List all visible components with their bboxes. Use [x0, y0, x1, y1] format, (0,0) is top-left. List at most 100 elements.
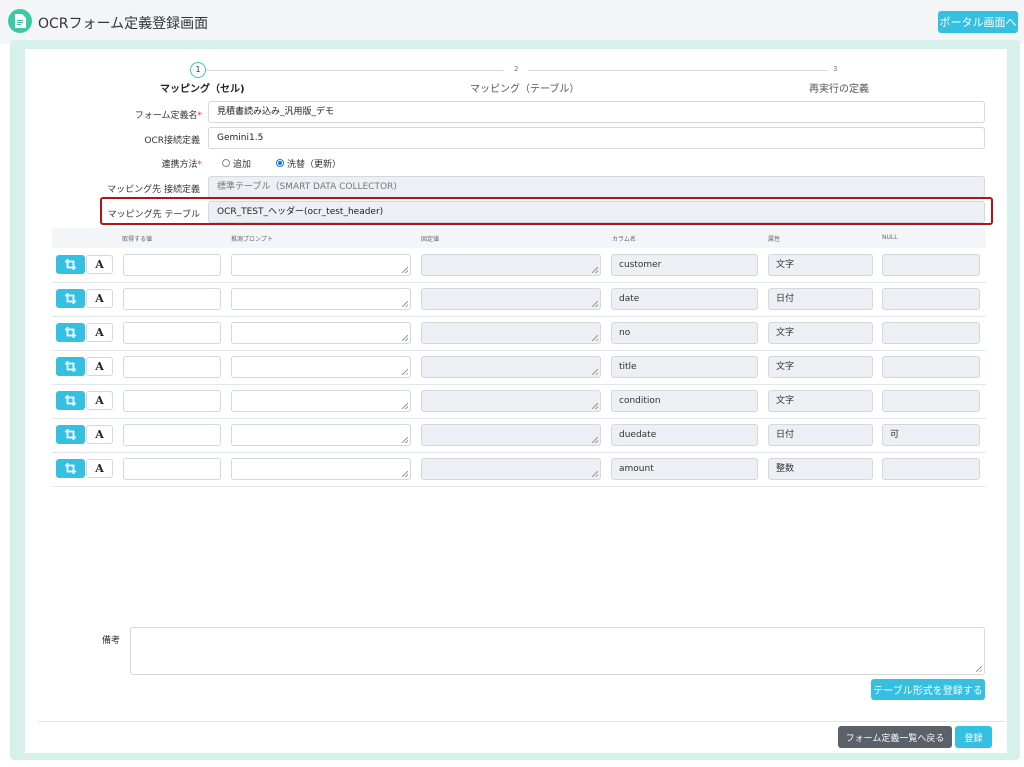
guess-prompt-textarea[interactable]: [231, 390, 411, 412]
row-divider: [52, 384, 986, 385]
type-field: 文字: [768, 356, 873, 378]
step-2-label[interactable]: マッピング（テーブル）: [470, 80, 579, 95]
stepper-line: [528, 70, 828, 71]
step-2-number[interactable]: 2: [514, 65, 518, 73]
step-1-label[interactable]: マッピング（セル): [160, 80, 245, 95]
type-field: 日付: [768, 288, 873, 310]
text-mode-button[interactable]: A: [86, 425, 113, 444]
extract-value-input[interactable]: [123, 322, 221, 344]
extract-value-input[interactable]: [123, 458, 221, 480]
fixed-value-textarea: [421, 458, 601, 480]
column-name-field: no: [611, 322, 758, 344]
stepper-line: [206, 70, 504, 71]
null-field: [882, 356, 980, 378]
text-mode-button[interactable]: A: [86, 357, 113, 376]
step-3-label[interactable]: 再実行の定義: [809, 80, 869, 95]
link-method-label: 連携方法*: [161, 160, 202, 170]
text-mode-button[interactable]: A: [86, 323, 113, 342]
guess-prompt-textarea[interactable]: [231, 322, 411, 344]
radio-replace-circle[interactable]: [276, 159, 284, 167]
header-guess-prompt: 推測プロンプト: [231, 236, 273, 243]
null-field: [882, 322, 980, 344]
guess-prompt-textarea[interactable]: [231, 288, 411, 310]
guess-prompt-textarea[interactable]: [231, 424, 411, 446]
fixed-value-textarea: [421, 288, 601, 310]
column-name-field: date: [611, 288, 758, 310]
register-button[interactable]: 登録: [955, 726, 992, 748]
crop-icon[interactable]: [56, 357, 85, 376]
type-field: 文字: [768, 322, 873, 344]
column-name-field: condition: [611, 390, 758, 412]
row-divider: [52, 418, 986, 419]
step-3-number[interactable]: 3: [833, 65, 837, 73]
crop-icon[interactable]: [56, 255, 85, 274]
row-divider: [52, 452, 986, 453]
crop-icon[interactable]: [56, 391, 85, 410]
null-field: [882, 254, 980, 276]
top-bar: OCRフォーム定義登録画面 ポータル画面へ: [0, 0, 1024, 44]
null-field: [882, 390, 980, 412]
text-mode-button[interactable]: A: [86, 391, 113, 410]
guess-prompt-textarea[interactable]: [231, 254, 411, 276]
crop-icon[interactable]: [56, 289, 85, 308]
row-divider: [52, 486, 986, 487]
header-fixed-value: 固定値: [421, 236, 440, 243]
header-type: 属性: [768, 236, 781, 243]
form-name-input[interactable]: 見積書読み込み_汎用版_デモ: [208, 101, 985, 123]
fixed-value-textarea: [421, 254, 601, 276]
document-icon: [8, 9, 32, 33]
crop-icon[interactable]: [56, 323, 85, 342]
crop-icon[interactable]: [56, 425, 85, 444]
extract-value-input[interactable]: [123, 424, 221, 446]
column-name-field: duedate: [611, 424, 758, 446]
row-divider: [52, 316, 986, 317]
register-table-format-button[interactable]: テーブル形式を登録する: [871, 679, 985, 700]
crop-icon[interactable]: [56, 459, 85, 478]
text-mode-button[interactable]: A: [86, 289, 113, 308]
portal-button[interactable]: ポータル画面へ: [938, 11, 1018, 33]
type-field: 文字: [768, 254, 873, 276]
mapping-connection-input: 標準テーブル（SMART DATA COLLECTOR): [208, 176, 985, 198]
type-field: 文字: [768, 390, 873, 412]
extract-value-input[interactable]: [123, 254, 221, 276]
extract-value-input[interactable]: [123, 390, 221, 412]
text-mode-button[interactable]: A: [86, 459, 113, 478]
text-mode-button[interactable]: A: [86, 255, 113, 274]
table-header: [52, 228, 986, 248]
fixed-value-textarea: [421, 424, 601, 446]
remarks-label: 備考: [102, 636, 121, 646]
null-field: [882, 458, 980, 480]
header-extract-value: 取得する値: [122, 236, 153, 243]
null-field: [882, 288, 980, 310]
guess-prompt-textarea[interactable]: [231, 458, 411, 480]
extract-value-input[interactable]: [123, 288, 221, 310]
header-column-name: カラム名: [612, 236, 636, 243]
remarks-textarea[interactable]: [130, 627, 985, 675]
row-divider: [52, 350, 986, 351]
column-name-field: customer: [611, 254, 758, 276]
fixed-value-textarea: [421, 390, 601, 412]
fixed-value-textarea: [421, 322, 601, 344]
mapping-connection-label: マッピング先 接続定義: [107, 185, 200, 195]
column-name-field: amount: [611, 458, 758, 480]
row-divider: [52, 282, 986, 283]
null-field: 可: [882, 424, 980, 446]
type-field: 日付: [768, 424, 873, 446]
header-null: NULL: [882, 234, 898, 241]
fixed-value-textarea: [421, 356, 601, 378]
back-to-list-button[interactable]: フォーム定義一覧へ戻る: [838, 726, 952, 748]
highlight-box: [100, 197, 993, 225]
guess-prompt-textarea[interactable]: [231, 356, 411, 378]
radio-append-circle[interactable]: [222, 159, 230, 167]
column-name-field: title: [611, 356, 758, 378]
ocr-connection-label: OCR接続定義: [144, 136, 200, 146]
ocr-connection-input[interactable]: Gemini1.5: [208, 127, 985, 149]
extract-value-input[interactable]: [123, 356, 221, 378]
type-field: 整数: [768, 458, 873, 480]
step-1-circle[interactable]: 1: [190, 62, 206, 78]
radio-append-label: 追加: [233, 160, 252, 170]
radio-replace-label: 洗替（更新）: [287, 160, 342, 170]
form-name-label: フォーム定義名*: [134, 111, 202, 121]
footer-divider: [38, 721, 1006, 722]
page-title: OCRフォーム定義登録画面: [38, 16, 209, 32]
